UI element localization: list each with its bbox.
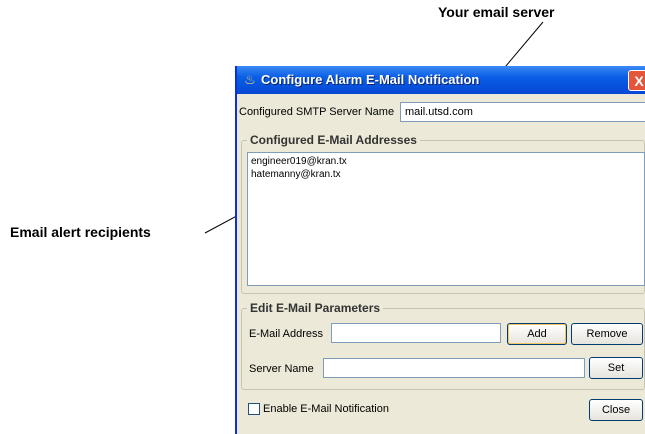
dialog-title: Configure Alarm E-Mail Notification: [261, 72, 480, 87]
enable-notification-checkbox[interactable]: [248, 403, 260, 415]
close-icon: X: [634, 73, 644, 89]
server-name-input[interactable]: [323, 358, 585, 378]
configured-addresses-title: Configured E-Mail Addresses: [247, 133, 420, 147]
edit-parameters-title: Edit E-Mail Parameters: [247, 301, 384, 315]
callout-email-server: Your email server: [438, 4, 555, 20]
java-cup-icon: ♨: [244, 72, 256, 87]
callout-email-recipients: Email alert recipients: [10, 224, 151, 240]
dialog-titlebar[interactable]: ♨ Configure Alarm E-Mail Notification X: [237, 66, 645, 94]
email-address-list[interactable]: engineer019@kran.tx hatemanny@kran.tx: [247, 152, 645, 286]
add-button[interactable]: Add: [507, 323, 567, 345]
close-window-button[interactable]: X: [628, 70, 645, 91]
list-item[interactable]: hatemanny@kran.tx: [251, 168, 641, 181]
smtp-server-label: Configured SMTP Server Name: [239, 106, 395, 118]
server-name-label: Server Name: [249, 363, 314, 375]
smtp-server-field[interactable]: [400, 102, 645, 122]
set-button[interactable]: Set: [589, 357, 643, 379]
alarm-email-dialog: ♨ Configure Alarm E-Mail Notification X …: [235, 66, 645, 434]
remove-button[interactable]: Remove: [571, 323, 643, 345]
close-button[interactable]: Close: [589, 399, 643, 421]
email-address-input[interactable]: [331, 323, 501, 343]
enable-notification-label: Enable E-Mail Notification: [263, 403, 389, 415]
list-item[interactable]: engineer019@kran.tx: [251, 155, 641, 168]
email-address-label: E-Mail Address: [249, 328, 323, 340]
